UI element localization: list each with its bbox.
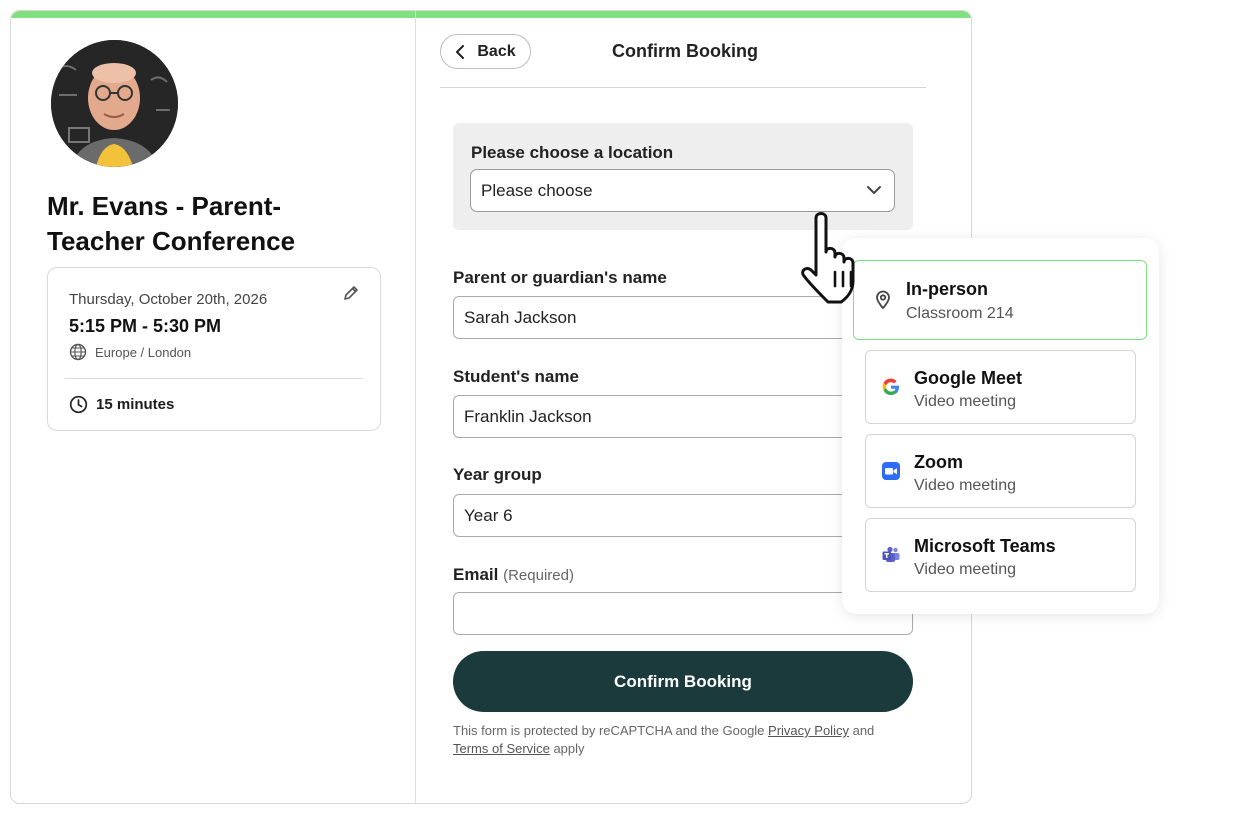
student-name-label: Student's name [453,367,579,386]
option-title: In-person [906,279,989,299]
recaptcha-notice: This form is protected by reCAPTCHA and … [453,722,923,758]
zoom-icon [882,462,900,480]
location-option-in-person[interactable]: In-person Classroom 214 [853,260,1147,340]
back-button[interactable]: Back [440,34,531,69]
event-duration: 15 minutes [69,395,174,414]
year-group-label: Year group [453,465,542,484]
legal-suffix: apply [553,741,585,756]
option-subtitle: Video meeting [914,477,1016,494]
duration-label: 15 minutes [96,396,175,413]
event-date: Thursday, October 20th, 2026 [69,291,268,308]
timezone-label: Europe / London [95,344,192,360]
option-subtitle: Video meeting [914,393,1016,410]
details-divider [65,378,363,379]
option-subtitle: Classroom 214 [906,305,1014,322]
chevron-down-icon [867,186,881,194]
map-pin-icon [876,290,890,310]
event-time: 5:15 PM - 5:30 PM [69,316,222,336]
location-option-zoom[interactable]: Zoom Video meeting [865,434,1136,508]
host-portrait [51,40,178,167]
event-summary-panel: Mr. Evans - Parent-Teacher Conference Th… [11,11,416,803]
event-details-box: Thursday, October 20th, 2026 5:15 PM - 5… [47,267,381,431]
location-select[interactable]: Please choose [470,169,895,212]
location-option-microsoft-teams[interactable]: Microsoft Teams Video meeting [865,518,1136,592]
option-subtitle: Video meeting [914,561,1016,578]
event-timezone: Europe / London [69,343,191,361]
location-label: Please choose a location [471,143,674,162]
terms-of-service-link[interactable]: Terms of Service [453,741,550,756]
legal-prefix: This form is protected by reCAPTCHA and … [453,723,765,738]
option-title: Zoom [914,452,963,472]
event-title: Mr. Evans - Parent-Teacher Conference [47,191,296,256]
header-divider [440,87,926,88]
host-avatar [51,40,178,167]
guardian-name-label: Parent or guardian's name [453,268,667,287]
email-required-hint: (Required) [503,567,574,584]
legal-and: and [852,723,875,738]
email-label-text: Email [453,565,499,584]
google-icon [882,378,899,396]
option-title: Google Meet [914,368,1023,388]
chevron-left-icon [456,44,465,59]
email-label: Email (Required) [453,565,574,585]
back-button-label: Back [477,42,516,60]
edit-pencil-icon[interactable] [342,284,360,302]
confirm-booking-button[interactable]: Confirm Booking [453,651,913,712]
option-title: Microsoft Teams [914,536,1056,556]
privacy-policy-link[interactable]: Privacy Policy [768,723,849,738]
globe-icon [69,343,87,361]
location-option-google-meet[interactable]: Google Meet Video meeting [865,350,1136,424]
location-select-value: Please choose [481,180,593,200]
location-section: Please choose a location Please choose [453,123,913,230]
form-title: Confirm Booking [612,41,758,61]
teams-icon [882,546,900,562]
clock-icon [69,395,88,414]
location-options-popover: In-person Classroom 214 Google Meet Vide… [842,238,1159,614]
